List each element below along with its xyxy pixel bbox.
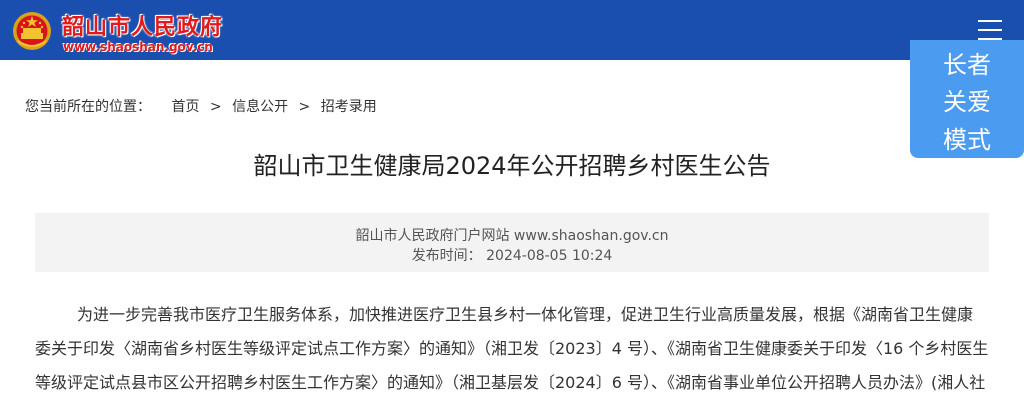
elder-mode-label-2: 关爱 <box>943 88 991 116</box>
breadcrumb-separator: > <box>298 99 311 115</box>
national-emblem-icon[interactable] <box>12 11 52 51</box>
article-source: 韶山市人民政府门户网站 www.shaoshan.gov.cn <box>355 228 669 244</box>
body-line: 委关于印发〈湖南省乡村医生等级评定试点工作方案〉的通知》（湘卫发〔2023〕4 … <box>35 339 989 358</box>
elder-mode-label-1: 长者 <box>943 51 991 79</box>
article-body: 为进一步完善我市医疗卫生服务体系，加快推进医疗卫生县乡村一体化管理，促进卫生行业… <box>35 298 989 400</box>
article-paragraph: 为进一步完善我市医疗卫生服务体系，加快推进医疗卫生县乡村一体化管理，促进卫生行业… <box>35 298 989 400</box>
site-name[interactable]: 韶山市人民政府 <box>62 9 223 41</box>
body-line: 等级评定试点县市区公开招聘乡村医生工作方案〉的通知》（湘卫基层发〔2024〕6 … <box>35 373 986 392</box>
breadcrumb-lead: 您当前所在的位置： <box>25 99 151 115</box>
site-header: 韶山市人民政府 www.shaoshan.gov.cn <box>0 0 1024 60</box>
breadcrumb: 您当前所在的位置： 首页 > 信息公开 > 招考录用 <box>25 96 377 116</box>
article-title: 韶山市卫生健康局2024年公开招聘乡村医生公告 <box>253 152 771 180</box>
menu-bar <box>978 20 1002 22</box>
breadcrumb-info-link[interactable]: 信息公开 <box>232 99 288 115</box>
publish-time: 发布时间： 2024-08-05 10:24 <box>411 248 613 264</box>
body-line: 为进一步完善我市医疗卫生服务体系，加快推进医疗卫生县乡村一体化管理，促进卫生行业… <box>77 305 974 324</box>
menu-bar <box>978 29 1002 31</box>
breadcrumb-home-link[interactable]: 首页 <box>171 99 199 115</box>
page: 韶山市人民政府 www.shaoshan.gov.cn 长者 关爱 模式 您当前… <box>0 0 1024 400</box>
elder-care-mode-button[interactable]: 长者 关爱 模式 <box>910 40 1024 158</box>
site-url[interactable]: www.shaoshan.gov.cn <box>63 40 213 54</box>
article-meta: 韶山市人民政府门户网站 www.shaoshan.gov.cn 发布时间： 20… <box>35 213 989 272</box>
breadcrumb-recruit-link[interactable]: 招考录用 <box>321 99 377 115</box>
breadcrumb-separator: > <box>209 99 222 115</box>
